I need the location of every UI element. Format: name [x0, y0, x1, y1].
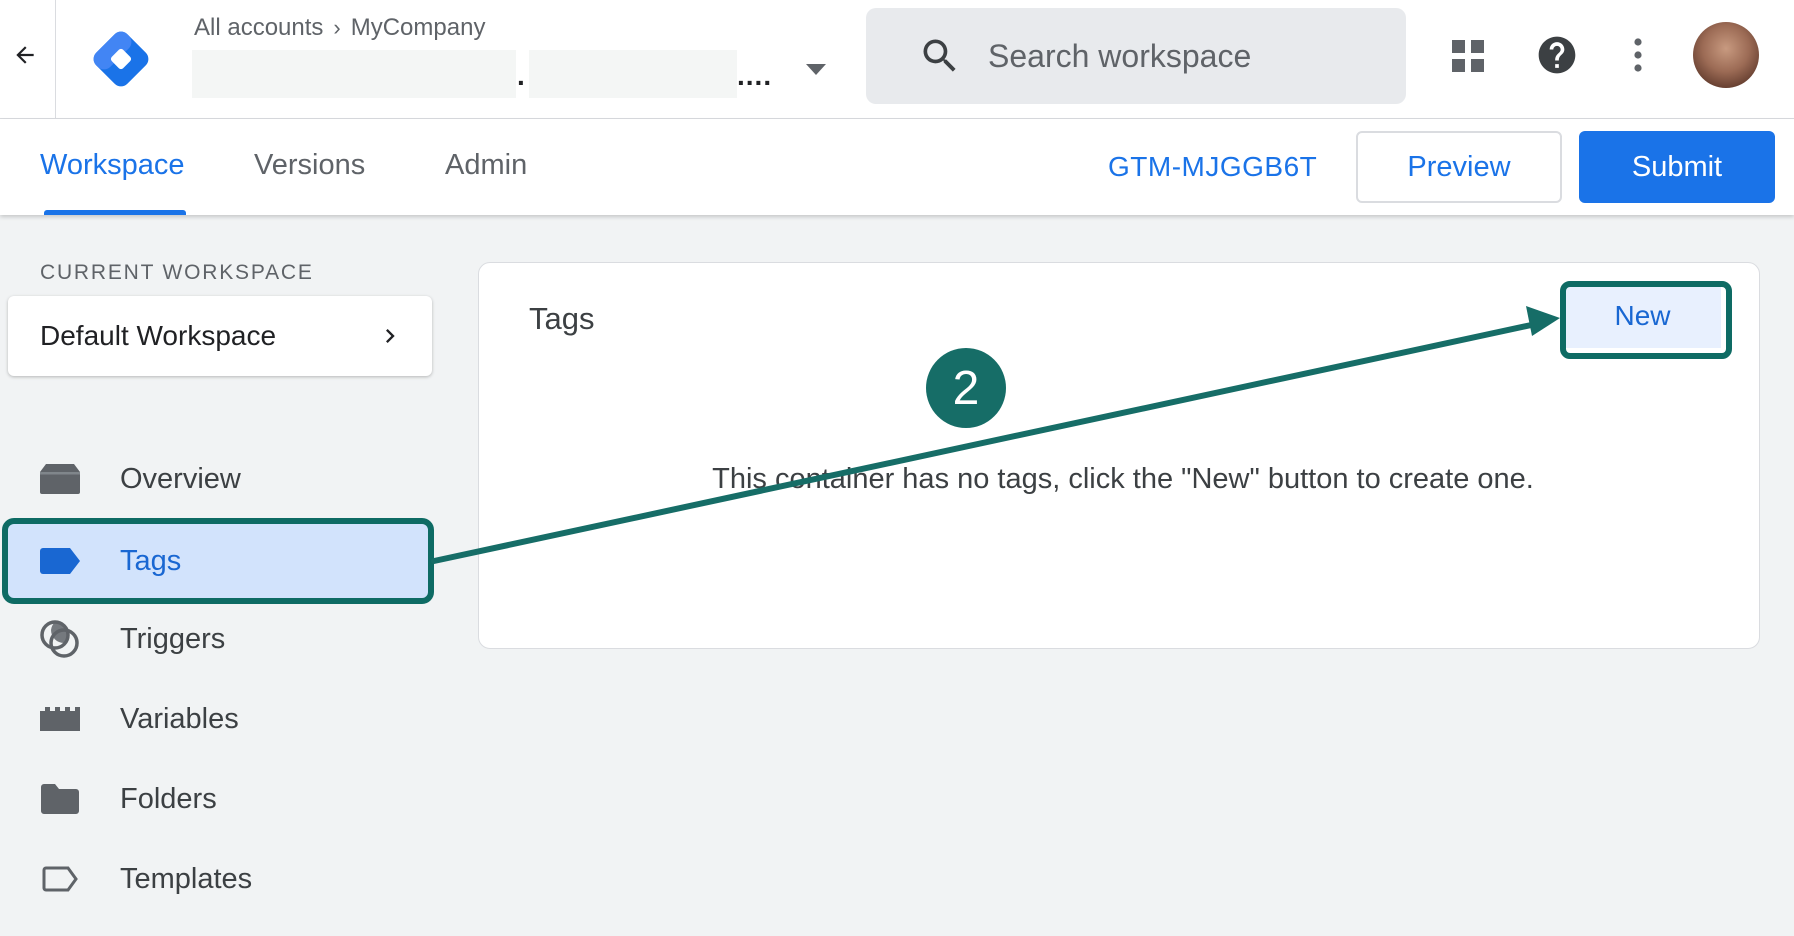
- redacted-container-name: [192, 50, 516, 98]
- workspace-selector[interactable]: Default Workspace: [8, 296, 432, 376]
- sidebar-item-templates[interactable]: Templates: [8, 842, 432, 916]
- folder-icon: [39, 778, 81, 820]
- tab-versions[interactable]: Versions: [254, 149, 365, 182]
- sidebar-item-overview[interactable]: Overview: [8, 442, 432, 516]
- new-button-highlight-frame: [1560, 281, 1732, 359]
- sidebar-item-label: Templates: [120, 862, 253, 895]
- tag-manager-logo-icon[interactable]: [88, 26, 154, 92]
- search-placeholder: Search workspace: [988, 37, 1252, 74]
- search-field[interactable]: Search workspace: [866, 8, 1406, 104]
- sidebar-item-label: Folders: [120, 782, 217, 815]
- user-avatar[interactable]: [1693, 22, 1759, 88]
- more-vert-icon[interactable]: [1628, 35, 1648, 75]
- sidebar-item-label: Variables: [120, 702, 239, 735]
- trigger-icon: [39, 618, 81, 660]
- submit-button[interactable]: Submit: [1579, 131, 1775, 203]
- chevron-right-icon: ›: [333, 15, 341, 40]
- template-icon: [39, 858, 81, 900]
- sidebar-item-variables[interactable]: Variables: [8, 682, 432, 756]
- card-title: Tags: [529, 301, 595, 336]
- sidebar-item-label: Overview: [120, 462, 241, 495]
- current-workspace-heading: CURRENT WORKSPACE: [40, 261, 314, 284]
- preview-button[interactable]: Preview: [1356, 131, 1562, 203]
- container-name-ellipsis: ....: [737, 60, 773, 91]
- top-app-bar: All accounts › MyCompany . .... Search w…: [0, 0, 1794, 119]
- divider: [55, 0, 56, 119]
- tags-highlight-frame: [2, 518, 434, 604]
- help-icon[interactable]: [1535, 33, 1579, 77]
- overview-icon: [39, 458, 81, 500]
- variables-icon: [39, 698, 81, 740]
- tab-admin[interactable]: Admin: [445, 149, 527, 182]
- redacted-container-name: [529, 50, 737, 98]
- step-number-badge: 2: [926, 348, 1006, 428]
- tab-workspace[interactable]: Workspace: [40, 149, 185, 182]
- search-icon: [923, 39, 956, 72]
- breadcrumb-account[interactable]: MyCompany: [351, 14, 486, 42]
- container-name-fragment: .: [517, 60, 525, 91]
- back-arrow-icon[interactable]: [8, 38, 42, 72]
- workspace-tab-bar: Workspace Versions Admin GTM-MJGGB6T Pre…: [0, 119, 1794, 215]
- container-id[interactable]: GTM-MJGGB6T: [1108, 151, 1317, 183]
- sidebar-item-triggers[interactable]: Triggers: [8, 602, 432, 676]
- workspace-name: Default Workspace: [40, 320, 277, 351]
- active-tab-indicator: [44, 210, 186, 215]
- sidebar-item-label: Triggers: [120, 622, 226, 655]
- sidebar-item-folders[interactable]: Folders: [8, 762, 432, 836]
- breadcrumb: All accounts › MyCompany: [194, 14, 485, 42]
- breadcrumb-all-accounts[interactable]: All accounts: [194, 14, 323, 42]
- container-dropdown-icon[interactable]: [806, 64, 826, 75]
- chevron-right-icon: [386, 329, 395, 343]
- apps-grid-icon[interactable]: [1450, 38, 1486, 74]
- empty-state-message: This container has no tags, click the "N…: [712, 463, 1534, 495]
